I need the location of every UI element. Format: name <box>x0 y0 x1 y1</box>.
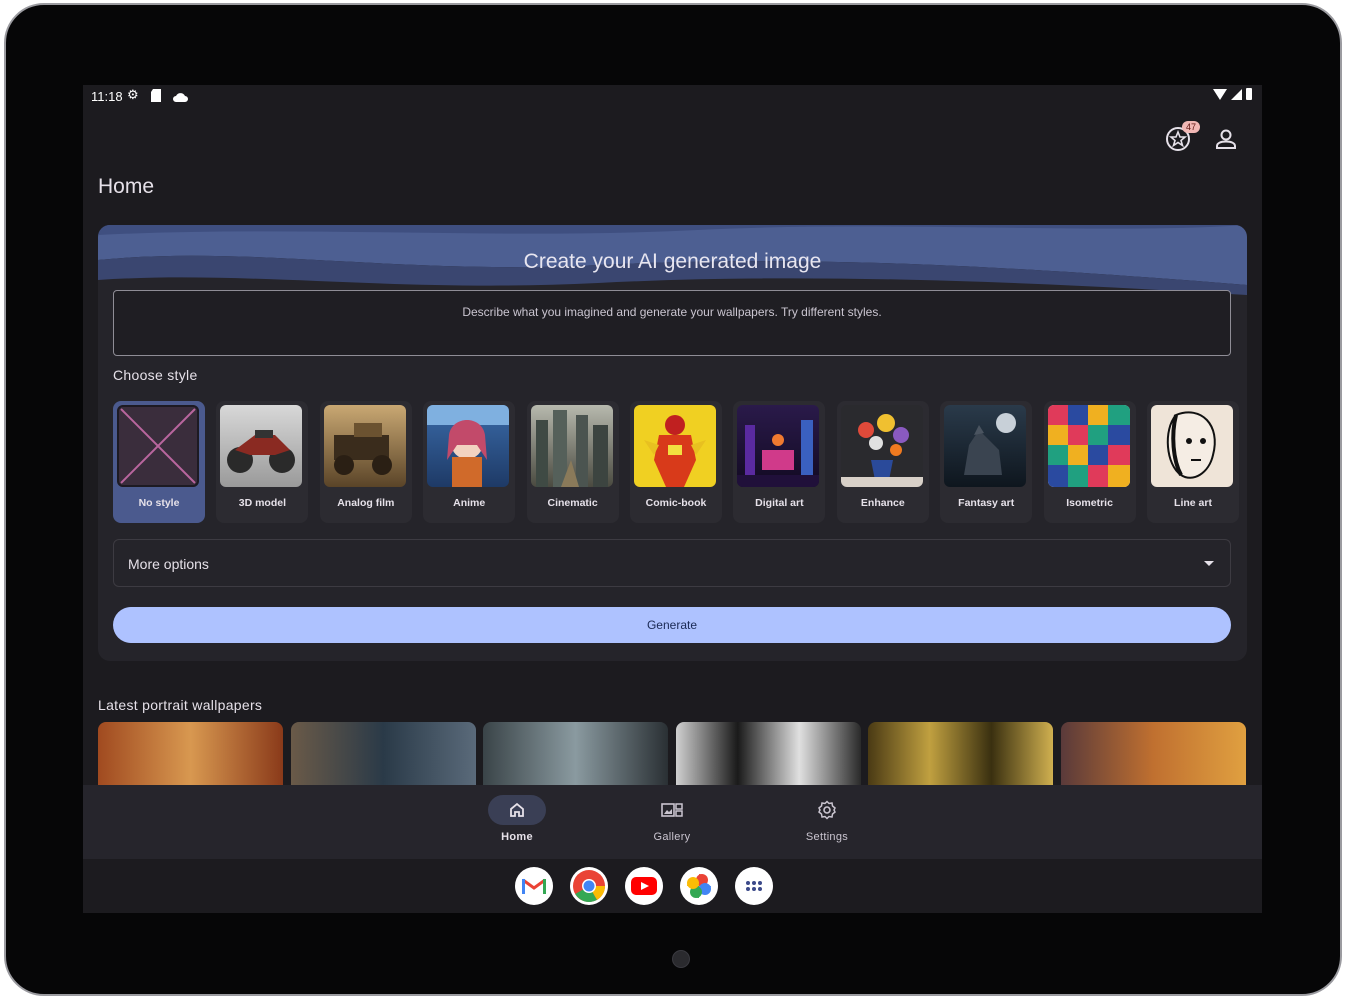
style-digital-art[interactable]: Digital art <box>733 401 826 523</box>
style-line-art[interactable]: Line art <box>1147 401 1239 523</box>
style-no-style[interactable]: No style <box>113 401 205 523</box>
top-actions: 47 <box>1162 121 1242 155</box>
account-icon <box>1216 129 1236 149</box>
prompt-input[interactable]: Describe what you imagined and generate … <box>113 290 1231 356</box>
photos-icon <box>687 874 711 898</box>
photos-app[interactable] <box>680 867 718 905</box>
style-label: Enhance <box>860 497 905 509</box>
nav-pill <box>643 795 701 825</box>
choose-style-label: Choose style <box>113 367 198 383</box>
style-enhance[interactable]: Enhance <box>836 401 929 523</box>
no-style-thumbnail <box>117 405 199 487</box>
wallpaper-thumbnail[interactable] <box>98 722 283 785</box>
create-card: Create your AI generated image Describe … <box>98 225 1247 661</box>
battery-icon <box>1246 88 1252 100</box>
nav-home[interactable]: Home <box>467 795 567 843</box>
app-dock <box>83 859 1262 913</box>
card-title: Create your AI generated image <box>523 250 822 273</box>
cinematic-thumbnail <box>530 405 613 487</box>
style-cinematic[interactable]: Cinematic <box>526 401 619 523</box>
style-3d-model[interactable]: 3D model <box>216 401 309 523</box>
style-label: Line art <box>1174 497 1212 509</box>
nav-label: Settings <box>805 831 849 843</box>
status-time: 11:18 <box>91 89 123 104</box>
chevron-down-icon <box>1204 561 1214 566</box>
youtube-icon <box>631 877 657 895</box>
app-drawer[interactable] <box>735 867 773 905</box>
page-title: Home <box>98 175 155 198</box>
gmail-icon <box>522 878 546 894</box>
front-camera <box>672 950 690 968</box>
settings-icon <box>818 800 836 820</box>
account-button[interactable] <box>1210 123 1242 155</box>
gmail-app[interactable] <box>515 867 553 905</box>
nav-label: Gallery <box>653 831 691 843</box>
wallpaper-thumbnail[interactable] <box>290 722 476 785</box>
premium-button[interactable]: 47 <box>1162 121 1200 155</box>
app-drawer-icon <box>746 881 762 891</box>
style-comic-book[interactable]: Comic-book <box>630 401 722 523</box>
youtube-app[interactable] <box>625 867 663 905</box>
sd-card-icon <box>151 89 161 105</box>
wifi-icon <box>1213 88 1227 100</box>
wallpaper-thumbnail[interactable] <box>868 722 1053 785</box>
style-label: Cinematic <box>547 497 598 509</box>
home-icon <box>510 802 524 817</box>
style-label: Analog film <box>337 497 395 509</box>
style-label: No style <box>138 497 180 509</box>
chrome-app[interactable] <box>570 867 608 905</box>
wallpaper-thumbnail[interactable] <box>483 722 668 785</box>
notification-badge: 47 <box>1181 121 1200 133</box>
isometric-thumbnail <box>1047 405 1130 487</box>
nav-pill <box>798 795 856 825</box>
no-style-icon <box>117 405 199 487</box>
style-fantasy-art[interactable]: Fantasy art <box>940 401 1033 523</box>
3d-model-thumbnail <box>220 405 303 487</box>
style-analog-film[interactable]: Analog film <box>319 401 412 523</box>
latest-wallpapers-title: Latest portrait wallpapers <box>98 697 263 713</box>
nav-settings[interactable]: Settings <box>777 795 877 843</box>
style-list: No style 3D model Analog film Anime Cine… <box>113 401 1239 523</box>
anime-thumbnail <box>427 405 510 487</box>
nav-pill <box>488 795 546 825</box>
nav-label: Home <box>501 831 533 843</box>
wallpaper-carousel <box>98 722 1247 785</box>
style-label: Fantasy art <box>958 497 1015 509</box>
analog-film-thumbnail <box>323 405 406 487</box>
style-label: Isometric <box>1066 497 1113 509</box>
line-art-thumbnail <box>1151 405 1233 487</box>
cellular-icon <box>1231 88 1242 100</box>
style-label: 3D model <box>238 497 287 509</box>
style-label: Digital art <box>755 497 804 509</box>
gallery-icon <box>661 803 683 817</box>
wallpaper-thumbnail[interactable] <box>675 722 861 785</box>
screen: 11:18 ⚙ 47 Home Create your AI generated… <box>83 85 1262 913</box>
style-isometric[interactable]: Isometric <box>1043 401 1136 523</box>
enhance-thumbnail <box>840 405 923 487</box>
wallpaper-thumbnail[interactable] <box>1060 722 1246 785</box>
settings-status-icon: ⚙ <box>127 87 139 102</box>
comic-book-thumbnail <box>634 405 716 487</box>
prompt-placeholder: Describe what you imagined and generate … <box>462 305 882 319</box>
fantasy-art-thumbnail <box>944 405 1027 487</box>
cloud-icon <box>173 90 188 105</box>
status-right-icons <box>1213 88 1252 100</box>
chrome-icon <box>573 870 606 903</box>
generate-button[interactable]: Generate <box>113 607 1231 643</box>
nav-gallery[interactable]: Gallery <box>622 795 722 843</box>
style-anime[interactable]: Anime <box>423 401 516 523</box>
style-label: Anime <box>453 497 486 509</box>
more-options-dropdown[interactable]: More options <box>113 539 1231 587</box>
digital-art-thumbnail <box>737 405 820 487</box>
more-options-label: More options <box>128 556 209 572</box>
style-label: Comic-book <box>645 497 707 509</box>
status-bar: 11:18 ⚙ <box>83 85 1262 109</box>
bottom-navigation: Home Gallery Settings <box>83 785 1262 859</box>
